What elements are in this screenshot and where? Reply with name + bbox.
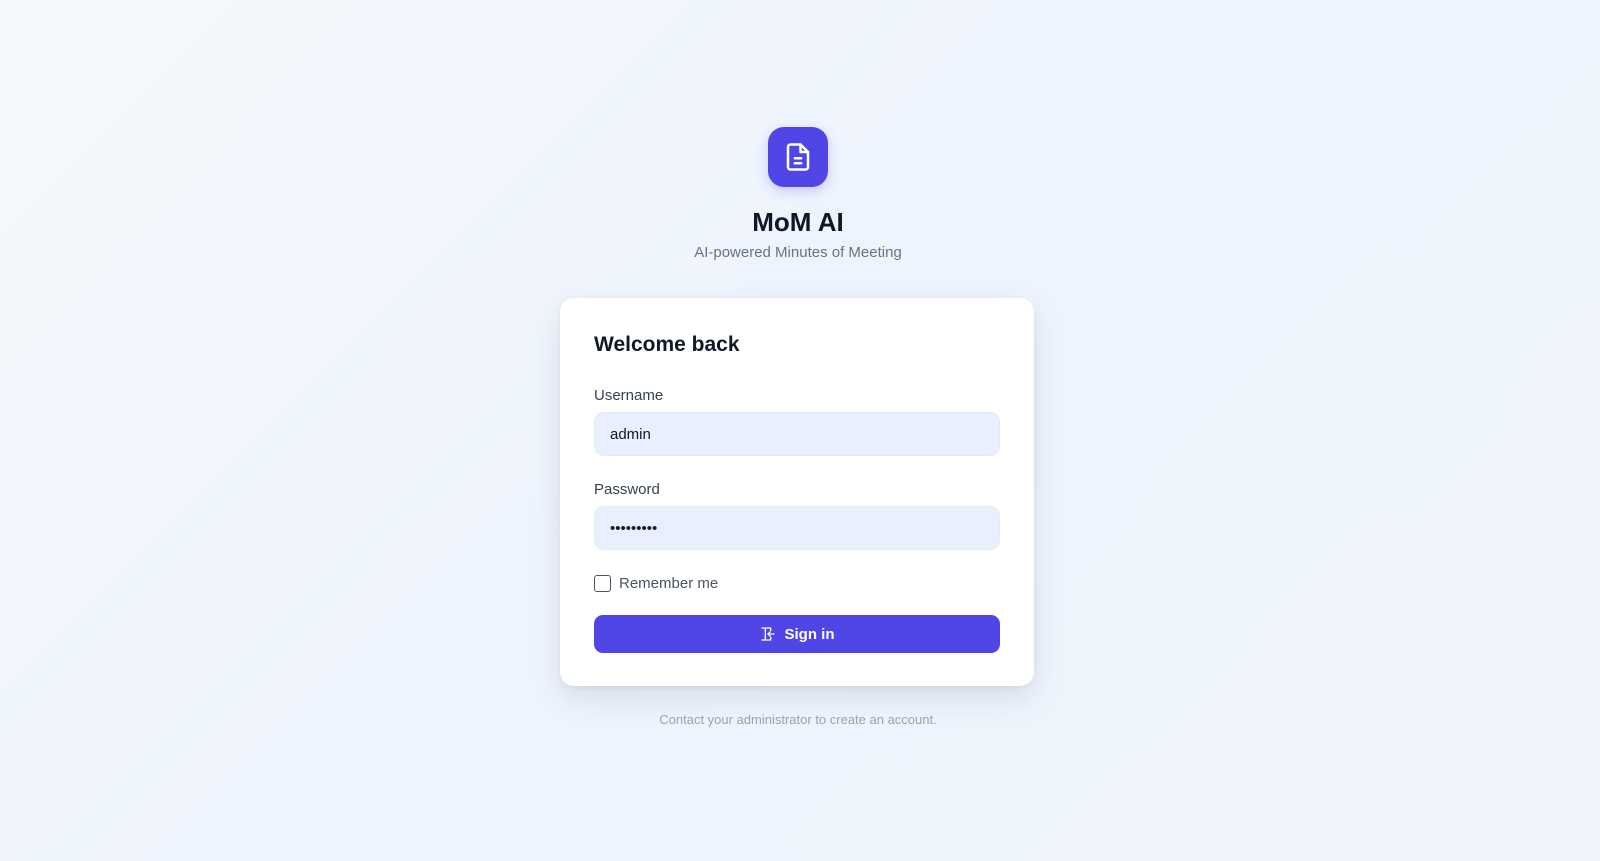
app-logo (768, 127, 828, 187)
username-input[interactable] (594, 412, 1000, 456)
card-heading: Welcome back (594, 333, 740, 356)
password-input[interactable] (594, 506, 1000, 550)
remember-me-checkbox[interactable] (594, 574, 611, 592)
app-subtitle: AI-powered Minutes of Meeting (694, 244, 902, 261)
login-card: Welcome back Username Password Remember … (560, 298, 1034, 686)
password-label: Password (594, 481, 660, 498)
document-icon (783, 142, 813, 172)
username-label: Username (594, 387, 664, 404)
log-in-icon (760, 626, 776, 642)
sign-in-button[interactable]: Sign in (594, 615, 1000, 653)
sign-in-label: Sign in (784, 625, 835, 643)
brand-header: MoM AI AI-powered Minutes of Meeting (0, 127, 1596, 263)
footer-note: Contact your administrator to create an … (659, 712, 937, 727)
app-title: MoM AI (752, 207, 844, 237)
remember-me-label[interactable]: Remember me (619, 575, 718, 592)
remember-me-row: Remember me (594, 573, 1000, 593)
